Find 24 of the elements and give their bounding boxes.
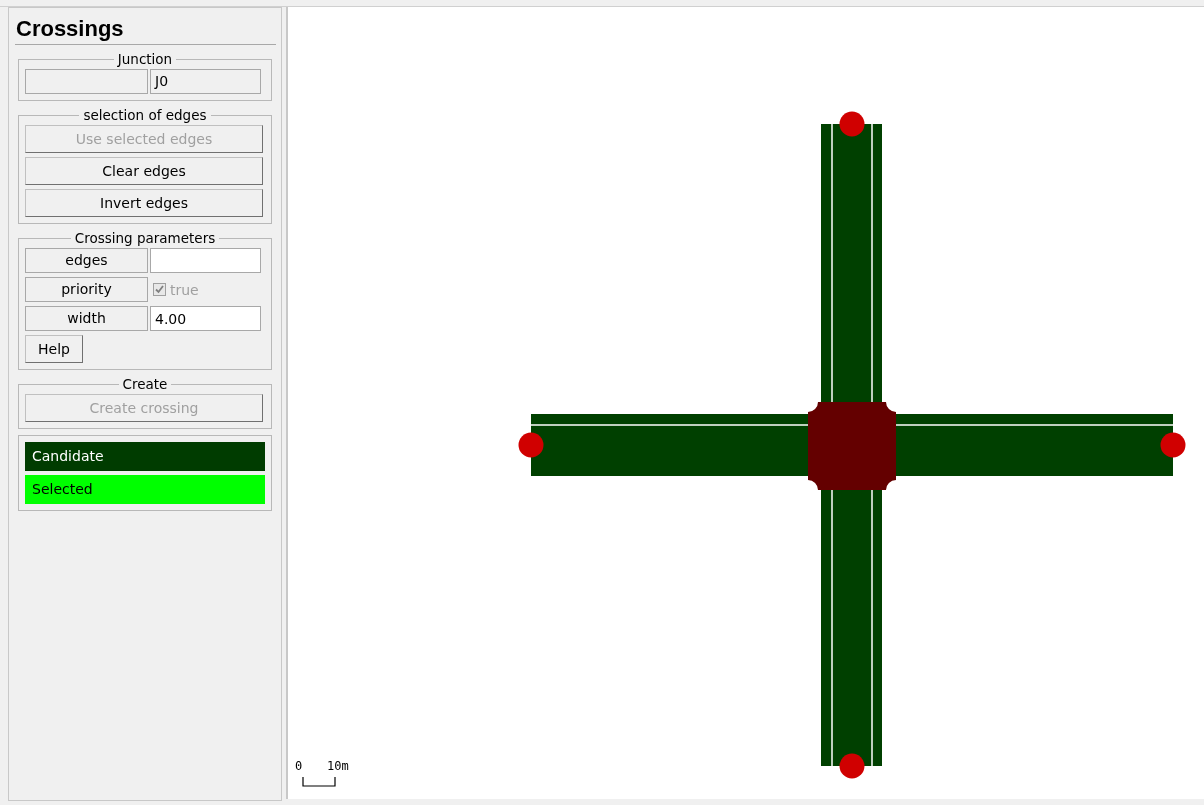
group-title: Create	[121, 376, 169, 392]
node-marker	[1160, 432, 1186, 458]
checkbox-label: true	[170, 281, 199, 298]
scale-label: 10m	[327, 759, 349, 773]
node-marker	[839, 753, 865, 779]
action-button[interactable]: Clear edges	[25, 157, 263, 185]
scale-label: 0	[295, 759, 303, 773]
parameter-label: priority	[25, 277, 148, 302]
legend-item: Candidate	[25, 442, 265, 471]
help-button[interactable]: Help	[25, 335, 83, 363]
node-marker	[839, 111, 865, 137]
group-title: selection of edges	[82, 107, 208, 123]
input-field[interactable]	[150, 248, 261, 273]
input-field[interactable]: 4.00	[150, 306, 261, 331]
group-title: Junction	[116, 51, 174, 67]
action-button[interactable]: Invert edges	[25, 189, 263, 217]
parameter-label: edges	[25, 248, 148, 273]
junction-field: J0	[150, 69, 261, 94]
legend-item: Selected	[25, 475, 265, 504]
panel-title: Crossings	[15, 14, 276, 45]
scale-bar	[302, 777, 336, 787]
node-marker	[518, 432, 544, 458]
group-title: Crossing parameters	[73, 230, 217, 246]
parameter-label: width	[25, 306, 148, 331]
